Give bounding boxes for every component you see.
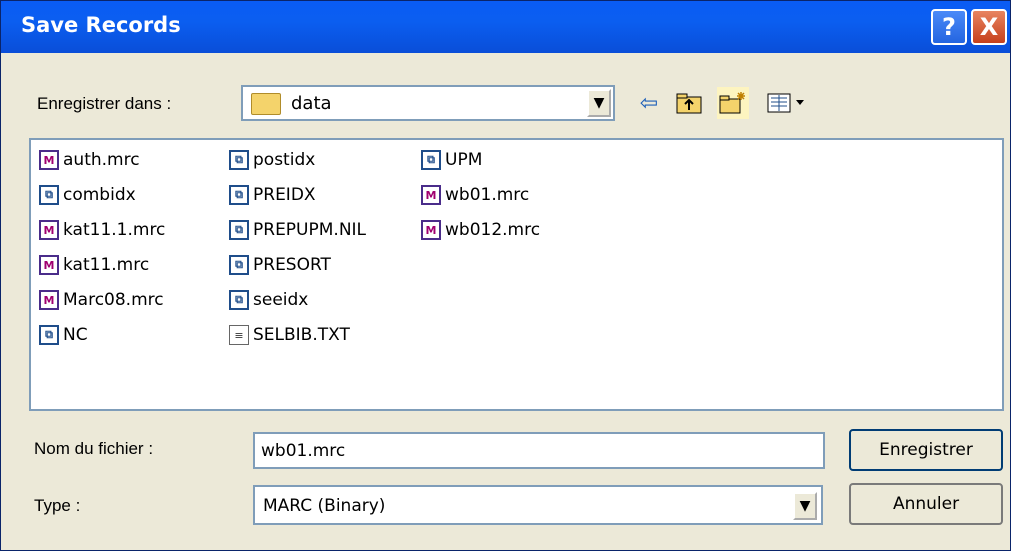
text-file-icon: ≡ — [229, 325, 249, 345]
file-name: UPM — [445, 150, 483, 170]
file-name: PREPUPM.NIL — [253, 220, 367, 240]
save-in-value: data — [291, 93, 332, 114]
index-file-icon: ⧉ — [39, 185, 59, 205]
file-item[interactable]: ≡ SELBIB.TXT — [229, 321, 350, 349]
file-name: PREIDX — [253, 185, 316, 205]
filetype-label: Type : — [34, 496, 81, 515]
file-name: auth.mrc — [63, 150, 140, 170]
file-name: combidx — [63, 185, 136, 205]
chevron-down-icon[interactable]: ▼ — [793, 492, 817, 520]
file-name: Marc08.mrc — [63, 290, 164, 310]
help-button[interactable]: ? — [931, 9, 967, 45]
filename-input[interactable]: wb01.mrc — [253, 432, 825, 469]
index-file-icon: ⧉ — [229, 290, 249, 310]
file-name: kat11.1.mrc — [63, 220, 166, 240]
file-name: wb01.mrc — [445, 185, 530, 205]
file-item[interactable]: Mwb012.mrc — [421, 216, 540, 244]
save-in-label: Enregistrer dans : — [37, 94, 172, 113]
new-folder-icon[interactable] — [717, 87, 749, 119]
file-item[interactable]: Mkat11.1.mrc — [39, 216, 165, 244]
filetype-dropdown[interactable]: MARC (Binary) ▼ — [253, 485, 823, 525]
save-button[interactable]: Enregistrer — [849, 429, 1003, 471]
dialog-title: Save Records — [21, 13, 181, 37]
marc-file-icon: M — [39, 220, 59, 240]
index-file-icon: ⧉ — [421, 150, 441, 170]
marc-file-icon: M — [421, 220, 441, 240]
close-button[interactable]: X — [971, 9, 1007, 45]
folder-up-icon[interactable] — [673, 87, 705, 119]
file-item[interactable]: Mkat11.mrc — [39, 251, 149, 279]
file-name: PRESORT — [253, 255, 331, 275]
file-item[interactable]: Mwb01.mrc — [421, 181, 529, 209]
index-file-icon: ⧉ — [229, 185, 249, 205]
file-item[interactable]: ⧉ PREPUPM.NIL — [229, 216, 366, 244]
index-file-icon: ⧉ — [229, 255, 249, 275]
filename-label: Nom du fichier : — [34, 439, 154, 458]
save-in-dropdown[interactable]: data ▼ — [241, 85, 615, 121]
file-item[interactable]: ⧉ combidx — [39, 181, 136, 209]
save-records-dialog: Save Records ? X Enregistrer dans : data… — [0, 0, 1011, 551]
file-item[interactable]: ⧉ PREIDX — [229, 181, 316, 209]
file-name: kat11.mrc — [63, 255, 150, 275]
file-name: wb012.mrc — [445, 220, 541, 240]
cancel-button[interactable]: Annuler — [849, 483, 1003, 525]
file-item[interactable]: Mauth.mrc — [39, 146, 140, 174]
index-file-icon: ⧉ — [229, 220, 249, 240]
file-item[interactable]: ⧉ PRESORT — [229, 251, 331, 279]
marc-file-icon: M — [421, 185, 441, 205]
back-arrow-icon[interactable]: ⇦ — [633, 87, 665, 119]
file-list[interactable]: Mauth.mrc ⧉ combidx Mkat11.1.mrc Mkat11.mrc M… — [29, 138, 1004, 411]
file-item[interactable]: M Marc08.mrc — [39, 286, 164, 314]
file-name: SELBIB.TXT — [253, 325, 350, 345]
chevron-down-icon[interactable]: ▼ — [587, 89, 611, 117]
marc-file-icon: M — [39, 255, 59, 275]
file-item[interactable]: ⧉ seeidx — [229, 286, 308, 314]
filetype-value: MARC (Binary) — [263, 496, 386, 516]
marc-file-icon: M — [39, 150, 59, 170]
index-file-icon: ⧉ — [39, 325, 59, 345]
file-name: postidx — [253, 150, 316, 170]
file-item[interactable]: ⧉ postidx — [229, 146, 315, 174]
file-item[interactable]: ⧉ UPM — [421, 146, 482, 174]
index-file-icon: ⧉ — [229, 150, 249, 170]
file-item[interactable]: ⧉ NC — [39, 321, 88, 349]
folder-icon — [251, 93, 281, 115]
file-name: NC — [63, 325, 88, 345]
title-bar[interactable]: Save Records ? X — [1, 1, 1010, 53]
file-name: seeidx — [253, 290, 309, 310]
marc-file-icon: M — [39, 290, 59, 310]
view-menu-icon[interactable] — [765, 87, 813, 119]
